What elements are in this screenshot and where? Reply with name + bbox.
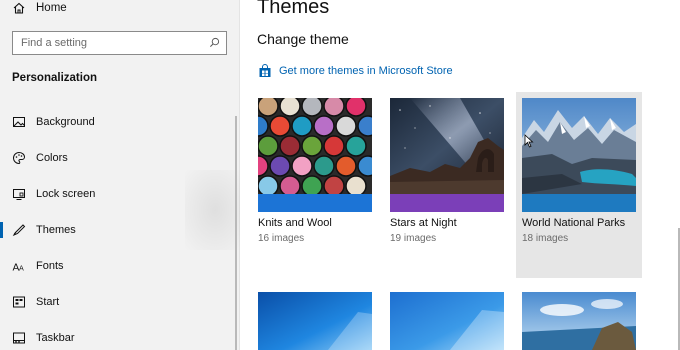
sidebar-item-label: Background: [36, 116, 95, 128]
page-title: Themes: [257, 0, 330, 18]
search-icon[interactable]: [209, 37, 220, 48]
sidebar-item-label: Taskbar: [36, 332, 75, 344]
theme-name: World National Parks: [522, 217, 626, 229]
theme-name: Stars at Night: [390, 217, 457, 229]
sidebar-item-label: Start: [36, 296, 60, 308]
theme-tile-windows-blue[interactable]: [252, 286, 378, 350]
sidebar-item-label: Lock screen: [36, 188, 96, 200]
store-icon: [259, 64, 271, 77]
theme-tile-windows-light[interactable]: [384, 286, 510, 350]
themes-icon: [12, 223, 26, 237]
parks-image: [522, 98, 636, 194]
font-icon: AA: [12, 259, 26, 274]
coast-image: [522, 292, 636, 350]
palette-icon: [12, 151, 26, 165]
accent-bar: [258, 194, 372, 212]
search-input[interactable]: [21, 37, 201, 49]
home-nav[interactable]: Home: [12, 0, 67, 16]
windows-light-image: [390, 292, 504, 350]
sidebar-item-label: Themes: [36, 224, 76, 236]
theme-thumbnail: [522, 98, 636, 212]
home-label: Home: [36, 2, 67, 14]
monitor-icon: [12, 187, 26, 201]
accent-bar: [390, 194, 504, 212]
theme-tile-coast[interactable]: [516, 286, 642, 350]
theme-tile-world-national-parks[interactable]: World National Parks 18 images: [516, 92, 642, 278]
theme-image-count: 16 images: [258, 233, 305, 244]
section-title: Personalization: [12, 72, 97, 84]
windows-blue-image: [258, 292, 372, 350]
picture-icon: [12, 115, 26, 129]
theme-tile-knits-and-wool[interactable]: Knits and Wool 16 images: [252, 92, 378, 278]
theme-tile-stars-at-night[interactable]: Stars at Night 19 images: [384, 92, 510, 278]
theme-image-count: 19 images: [390, 233, 437, 244]
sidebar-item-label: Fonts: [36, 260, 64, 272]
themes-page: Themes Change theme Get more themes in M…: [240, 0, 680, 350]
search-box[interactable]: [12, 31, 227, 55]
home-icon: [13, 2, 25, 14]
sidebar-item-taskbar[interactable]: Taskbar: [0, 323, 239, 350]
theme-name: Knits and Wool: [258, 217, 332, 229]
store-link[interactable]: Get more themes in Microsoft Store: [258, 64, 453, 78]
stars-image: [390, 98, 504, 194]
sidebar-item-start[interactable]: Start: [0, 287, 239, 317]
sidebar-item-label: Colors: [36, 152, 68, 164]
store-link-label: Get more themes in Microsoft Store: [279, 65, 453, 77]
knits-image: [258, 98, 372, 197]
sidebar-item-background[interactable]: Background: [0, 107, 239, 137]
sidebar-scrollbar[interactable]: [235, 116, 237, 350]
settings-sidebar: Home Personalization Background Colors L…: [0, 0, 245, 350]
cursor-icon: [524, 134, 534, 148]
section-heading: Change theme: [257, 31, 349, 47]
theme-thumbnail: [390, 98, 504, 212]
accent-bar: [522, 194, 636, 212]
sidebar-item-fonts[interactable]: AA Fonts: [0, 251, 239, 281]
svg-text:A: A: [19, 265, 24, 273]
theme-thumbnail: [258, 98, 372, 212]
sidebar-item-colors[interactable]: Colors: [0, 143, 239, 173]
theme-image-count: 18 images: [522, 233, 569, 244]
start-icon: [12, 295, 26, 309]
taskbar-icon: [12, 331, 26, 345]
